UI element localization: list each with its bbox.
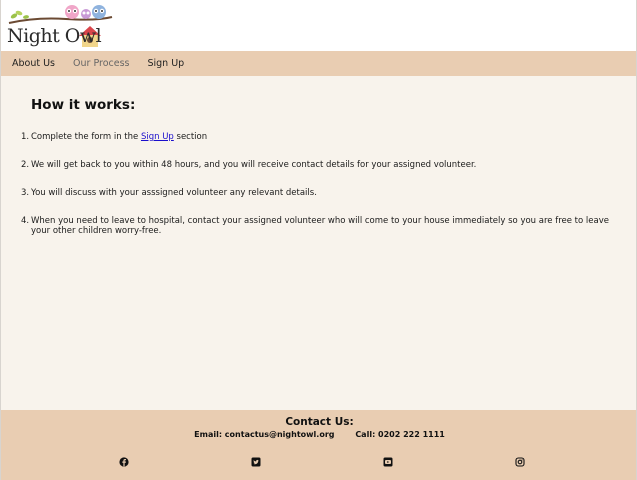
twitter-icon[interactable] <box>251 457 261 467</box>
contact-details: Email: contactus@nightowl.org Call: 0202… <box>1 430 636 439</box>
night-owl-logo[interactable]: Night Owl <box>6 3 116 48</box>
steps-list: 1. Complete the form in the Sign Up sect… <box>21 132 621 254</box>
main-content: How it works: 1. Complete the form in th… <box>1 76 636 410</box>
step-text: You will discuss with your asssigned vol… <box>31 188 317 198</box>
instagram-icon[interactable] <box>515 457 525 467</box>
step-text: Complete the form in the Sign Up section <box>31 132 621 142</box>
contact-title: Contact Us: <box>285 416 354 428</box>
list-item: 4. When you need to leave to hospital, c… <box>21 216 621 236</box>
sign-up-link[interactable]: Sign Up <box>141 132 174 142</box>
header: Night Owl <box>1 0 636 51</box>
nav-our-process[interactable]: Our Process <box>73 58 129 69</box>
list-item: 1. Complete the form in the Sign Up sect… <box>21 132 621 142</box>
footer: Contact Us: Email: contactus@nightowl.or… <box>1 410 636 480</box>
step-text: When you need to leave to hospital, cont… <box>31 216 609 236</box>
step-number: 4. <box>21 216 30 226</box>
list-item: 2. We will get back to you within 48 hou… <box>21 160 621 170</box>
main-nav: About Us Our Process Sign Up <box>1 51 636 76</box>
step-number: 1. <box>21 132 30 142</box>
step-text: We will get back to you within 48 hours,… <box>31 160 477 170</box>
contact-email: Email: contactus@nightowl.org <box>194 430 335 439</box>
facebook-icon[interactable] <box>119 457 129 467</box>
logo-text: Night Owl <box>7 25 102 47</box>
page: Night Owl About Us Our Process Sign Up H… <box>0 0 637 480</box>
step-text-after: section <box>173 132 208 142</box>
contact-phone: Call: 0202 222 1111 <box>355 430 445 439</box>
step-number: 3. <box>21 188 30 198</box>
step-text-before: Complete the form in the <box>31 132 141 142</box>
nav-sign-up[interactable]: Sign Up <box>147 58 184 69</box>
page-title: How it works: <box>31 97 136 113</box>
step-number: 2. <box>21 160 30 170</box>
youtube-icon[interactable] <box>383 457 393 467</box>
list-item: 3. You will discuss with your asssigned … <box>21 188 621 198</box>
nav-about-us[interactable]: About Us <box>12 58 55 69</box>
